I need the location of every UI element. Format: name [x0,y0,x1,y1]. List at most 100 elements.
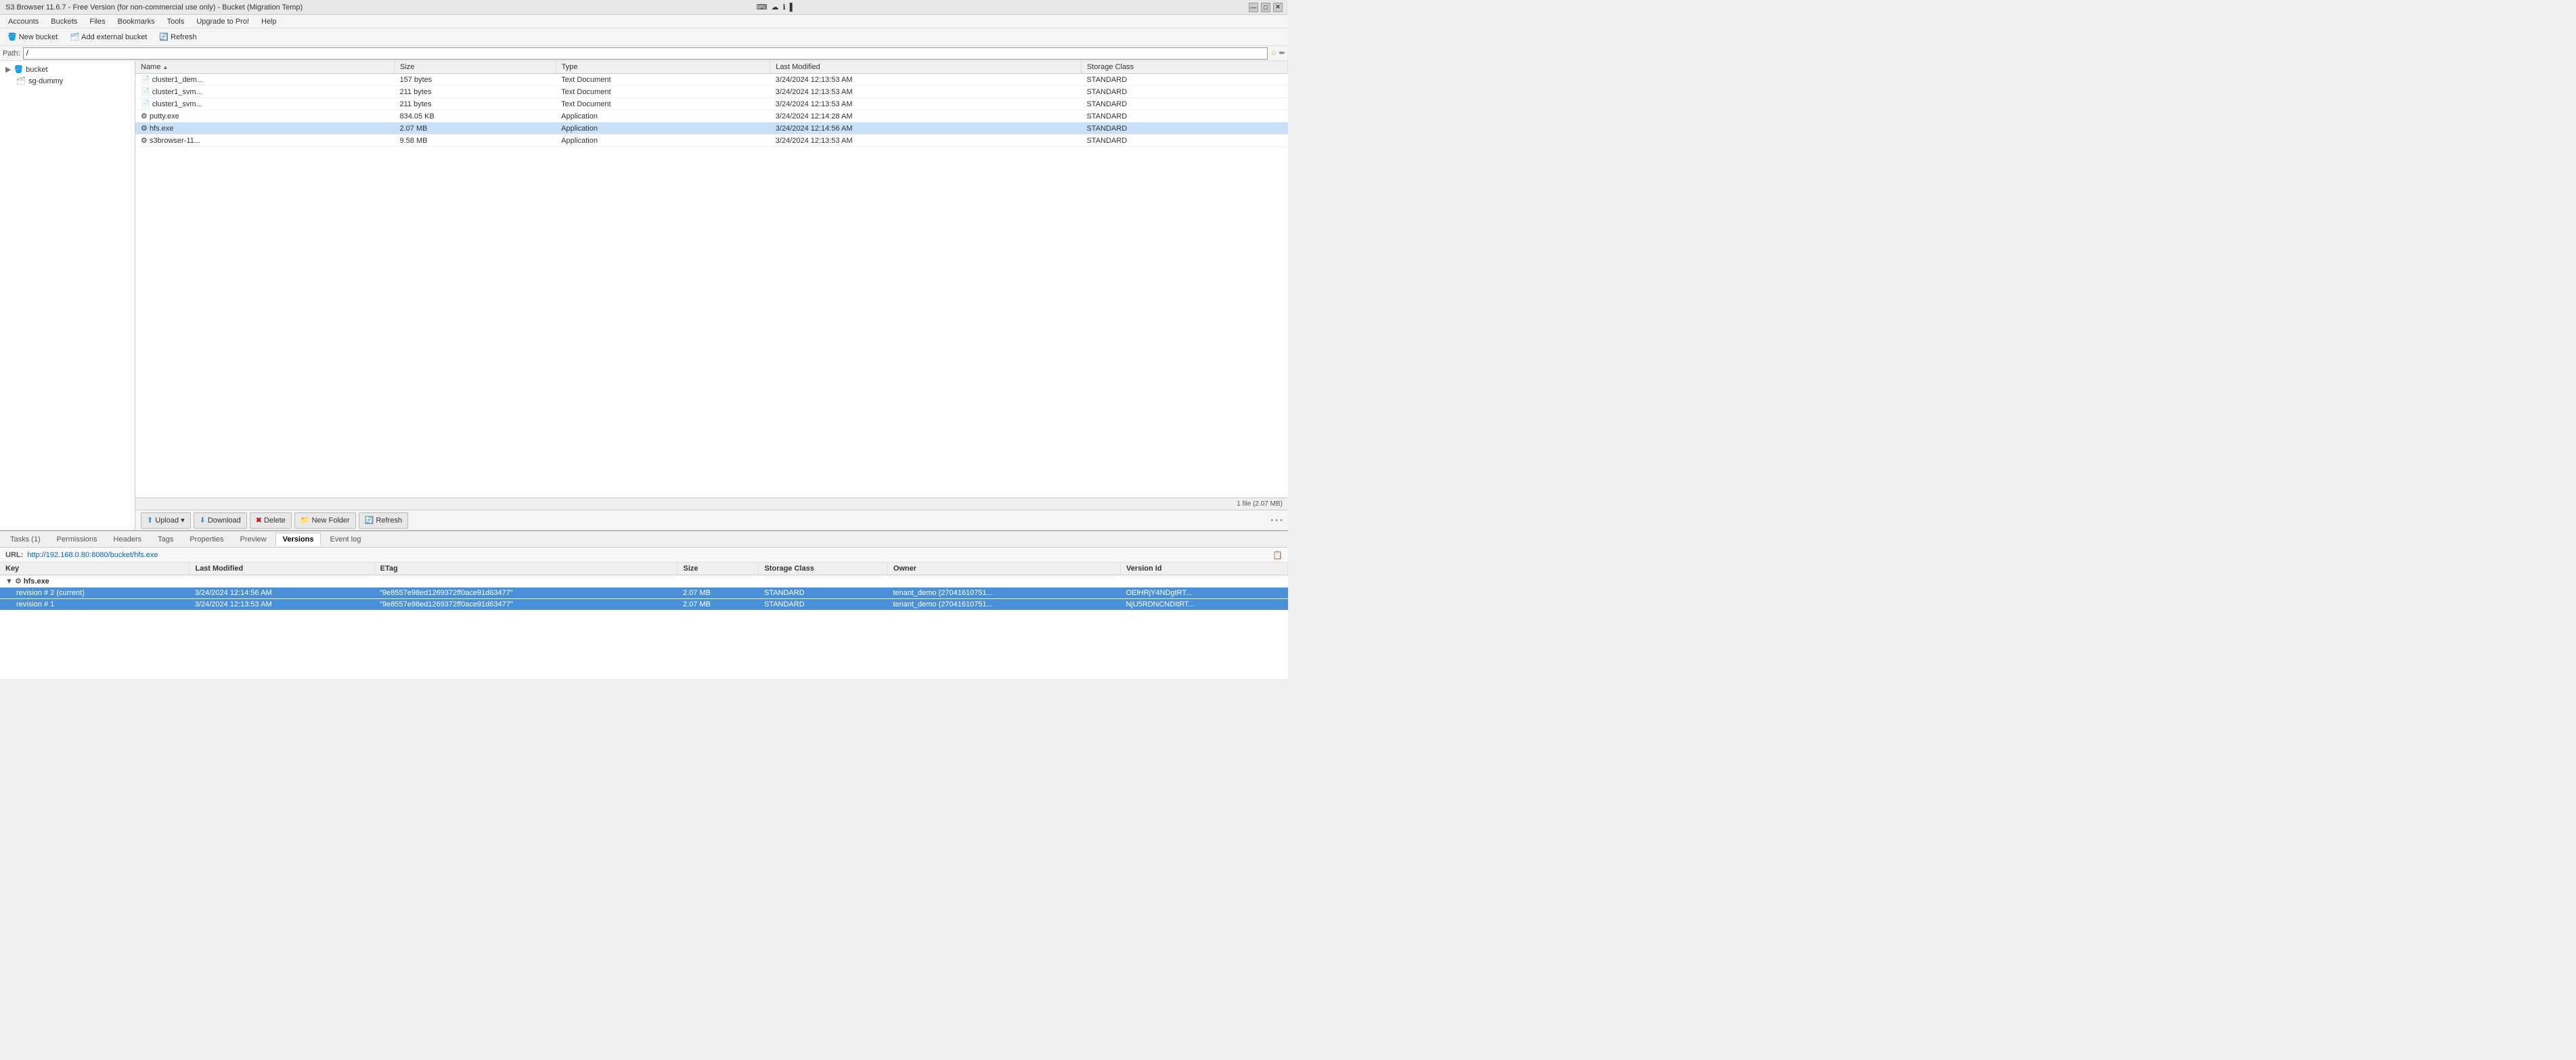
right-panel: Name ▲ Size Type Last Modified Storage C… [135,61,1288,530]
file-storage-cell: STANDARD [1081,123,1287,135]
tree-item-sg-dummy[interactable]: 🗂 sg-dummy [11,75,135,87]
sort-arrow-name: ▲ [162,64,168,70]
vcol-last-modified[interactable]: Last Modified [190,562,374,575]
file-row-4[interactable]: ⚙ hfs.exe 2.07 MB Application 3/24/2024 … [135,123,1288,135]
toolbar: 🪣 New bucket 🗂 Add external bucket 🔄 Ref… [0,28,1288,46]
vcol-storage-class[interactable]: Storage Class [759,562,887,575]
file-type-cell: Application [556,123,770,135]
menu-tools[interactable]: Tools [162,16,190,27]
refresh-label: Refresh [171,33,197,41]
upload-label: Upload [155,516,179,525]
col-last-modified[interactable]: Last Modified [770,61,1082,74]
tab-permissions[interactable]: Permissions [49,533,105,546]
tab-headers[interactable]: Headers [106,533,150,546]
file-modified-cell: 3/24/2024 12:14:28 AM [770,110,1082,123]
file-size-cell: 9.58 MB [394,135,556,147]
file-row-1[interactable]: 📄 cluster1_svm... 211 bytes Text Documen… [135,86,1288,98]
col-storage-class[interactable]: Storage Class [1081,61,1287,74]
refresh-files-button[interactable]: 🔄 Refresh [359,512,408,529]
tab-event-log[interactable]: Event log [322,533,368,546]
file-size-cell: 211 bytes [394,86,556,98]
file-name-cell: ⚙ hfs.exe [135,123,394,135]
file-icon: ⚙ [15,577,22,586]
file-name-cell: 📄 cluster1_dem... [135,74,394,86]
file-storage-cell: STANDARD [1081,74,1287,86]
file-type-cell: Text Document [556,98,770,110]
title-bar-icons: ⌨ ☁ ℹ ▌ [757,3,795,12]
menu-files[interactable]: Files [84,16,110,27]
title-bar-controls[interactable]: — □ ✕ [1249,3,1283,12]
tab-preview[interactable]: Preview [233,533,274,546]
status-bar: 1 file (2.07 MB) [135,498,1288,510]
new-folder-label: New Folder [311,516,349,525]
version-owner-cell: tenant_demo (27041610751... [887,599,1120,611]
menu-buckets[interactable]: Buckets [45,16,83,27]
file-size-cell: 2.07 MB [394,123,556,135]
version-parent-row[interactable]: ▼ ⚙ hfs.exe [0,575,1288,588]
file-icon: ⚙ [141,112,148,120]
vcol-etag[interactable]: ETag [374,562,678,575]
path-bar: Path: ☆ ✏ [0,46,1288,61]
path-input[interactable] [23,47,1268,60]
menu-help[interactable]: Help [256,16,282,27]
file-row-3[interactable]: ⚙ putty.exe 834.05 KB Application 3/24/2… [135,110,1288,123]
version-size-cell: 2.07 MB [678,599,759,611]
file-icon: 📄 [141,100,150,108]
tab-versions[interactable]: Versions [275,533,321,546]
file-type-cell: Text Document [556,86,770,98]
file-storage-cell: STANDARD [1081,110,1287,123]
menu-bookmarks[interactable]: Bookmarks [112,16,160,27]
expand-icon: ▼ [5,577,13,586]
vcol-owner[interactable]: Owner [887,562,1120,575]
edit-icon[interactable]: ✏ [1279,49,1285,58]
delete-button[interactable]: ✖ Delete [250,512,292,529]
refresh-button[interactable]: 🔄 Refresh [154,30,201,45]
version-row-1[interactable]: revision # 2 (current) 3/24/2024 12:14:5… [0,588,1288,599]
close-button[interactable]: ✕ [1273,3,1283,12]
minimize-button[interactable]: — [1249,3,1258,12]
version-storage-cell: STANDARD [759,588,887,599]
keyboard-icon: ⌨ [757,3,768,12]
menu-accounts[interactable]: Accounts [3,16,44,27]
download-button[interactable]: ⬇ Download [194,512,247,529]
tree-item-bucket[interactable]: ▶ 🪣 bucket [0,64,135,75]
maximize-button[interactable]: □ [1261,3,1270,12]
menu-upgrade[interactable]: Upgrade to Pro! [191,16,254,27]
upload-button[interactable]: ⬆ Upload ▾ [141,512,191,529]
left-panel: ▶ 🪣 bucket 🗂 sg-dummy [0,61,135,530]
star-icon[interactable]: ☆ [1270,49,1277,58]
file-type-cell: Text Document [556,74,770,86]
bucket-expand-icon: ▶ [5,65,11,74]
copy-url-icon[interactable]: 📋 [1272,550,1283,560]
file-name-cell: 📄 cluster1_svm... [135,86,394,98]
tab-tasks[interactable]: Tasks (1) [3,533,48,546]
tab-tags[interactable]: Tags [150,533,181,546]
new-folder-icon: 📁 [301,516,310,525]
file-modified-cell: 3/24/2024 12:14:56 AM [770,123,1082,135]
version-id-cell: OElHRjY4NDgtRT... [1120,588,1287,599]
file-row-0[interactable]: 📄 cluster1_dem... 157 bytes Text Documen… [135,74,1288,86]
col-type[interactable]: Type [556,61,770,74]
vcol-size[interactable]: Size [678,562,759,575]
col-size[interactable]: Size [394,61,556,74]
add-external-bucket-button[interactable]: 🗂 Add external bucket [65,30,152,45]
col-name[interactable]: Name ▲ [135,61,394,74]
refresh-files-label: Refresh [376,516,402,525]
tab-properties[interactable]: Properties [182,533,231,546]
vcol-version-id[interactable]: Version Id [1120,562,1287,575]
bottom-toolbar: ⬆ Upload ▾ ⬇ Download ✖ Delete 📁 New Fol… [135,510,1288,530]
add-external-icon: 🗂 [70,32,79,41]
file-name: hfs.exe [150,125,173,133]
version-row-2[interactable]: revision # 1 3/24/2024 12:13:53 AM "9e85… [0,599,1288,611]
version-size-cell: 2.07 MB [678,588,759,599]
version-key-cell: revision # 1 [0,599,190,611]
main-layout: ▶ 🪣 bucket 🗂 sg-dummy Name ▲ Size [0,61,1288,530]
delete-label: Delete [264,516,286,525]
file-row-2[interactable]: 📄 cluster1_svm... 211 bytes Text Documen… [135,98,1288,110]
file-row-5[interactable]: ⚙ s3browser-11... 9.58 MB Application 3/… [135,135,1288,147]
versions-table: Key Last Modified ETag Size Storage Clas… [0,562,1288,679]
vcol-key[interactable]: Key [0,562,190,575]
new-folder-button[interactable]: 📁 New Folder [294,512,356,529]
new-bucket-button[interactable]: 🪣 New bucket [3,30,62,45]
info-icon: ℹ [783,3,786,12]
